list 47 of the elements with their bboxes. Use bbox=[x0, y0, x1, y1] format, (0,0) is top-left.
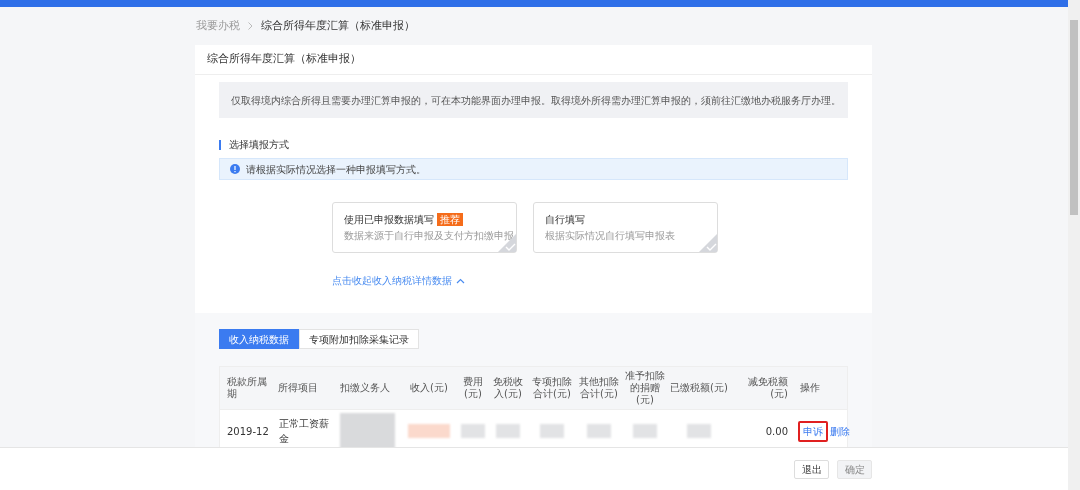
blurred-value bbox=[461, 424, 485, 438]
column-header: 其他扣除合计(元) bbox=[578, 376, 620, 400]
column-header: 税款所属期 bbox=[226, 376, 268, 400]
column-header: 费用(元) bbox=[462, 376, 484, 400]
recommend-badge: 推荐 bbox=[437, 213, 463, 226]
section-marker bbox=[219, 139, 221, 150]
method-title: 使用已申报数据填写 bbox=[344, 213, 434, 227]
action-link[interactable]: 删除 bbox=[830, 423, 850, 439]
method-card[interactable]: 使用已申报数据填写 推荐 数据来源于自行申报及支付方扣缴申报 bbox=[332, 202, 517, 253]
info-icon bbox=[230, 164, 240, 174]
table-cell-text: 2019-12 bbox=[226, 424, 270, 439]
column-header: 专项扣除合计(元) bbox=[531, 376, 573, 400]
column-header: 扣缴义务人 bbox=[339, 382, 391, 394]
section-title: 选择填报方式 bbox=[229, 138, 289, 152]
info-tip-text: 请根据实际情况选择一种申报填写方式。 bbox=[246, 162, 426, 177]
column-header: 准予扣除的捐赠(元) bbox=[624, 370, 666, 406]
method-title: 自行填写 bbox=[545, 213, 585, 227]
method-description: 根据实际情况自行填写申报表 bbox=[545, 229, 676, 243]
blurred-value bbox=[587, 424, 611, 438]
chevron-right-icon bbox=[248, 22, 253, 30]
chevron-up-icon bbox=[456, 277, 465, 284]
footer-button[interactable]: 退出 bbox=[794, 459, 829, 479]
collapse-link[interactable]: 点击收起收入纳税详情数据 bbox=[332, 273, 465, 288]
method-description: 数据来源于自行申报及支付方扣缴申报 bbox=[344, 229, 515, 243]
blurred-value bbox=[540, 424, 564, 438]
notice-text: 仅取得境内综合所得且需要办理汇算申报的，可在本功能界面办理申报。取得境外所得需办理汇算申报的，须前往汇缴地办税服务厅办理。 bbox=[231, 93, 841, 108]
breadcrumb-current: 综合所得年度汇算（标准申报） bbox=[261, 17, 415, 34]
column-header: 收入(元) bbox=[409, 382, 449, 394]
tab[interactable]: 专项附加扣除采集记录 bbox=[299, 329, 419, 349]
action-link[interactable]: 申诉 bbox=[798, 420, 828, 442]
table-cell-text: 正常工资薪金 bbox=[278, 417, 330, 446]
blurred-value bbox=[687, 424, 711, 438]
tab[interactable]: 收入纳税数据 bbox=[219, 329, 299, 349]
blurred-value bbox=[408, 424, 450, 438]
column-header: 已缴税额(元) bbox=[669, 382, 729, 394]
card-title: 综合所得年度汇算（标准申报） bbox=[207, 51, 361, 68]
column-header: 免税收入(元) bbox=[492, 376, 524, 400]
column-header: 操作 bbox=[799, 382, 821, 394]
column-header: 减免税额(元) bbox=[747, 376, 789, 400]
table-cell-text: 0.00 bbox=[764, 424, 789, 439]
column-header: 所得项目 bbox=[277, 382, 319, 394]
check-corner-icon bbox=[699, 234, 717, 252]
method-card[interactable]: 自行填写 根据实际情况自行填写申报表 bbox=[533, 202, 718, 253]
scrollbar[interactable] bbox=[1068, 0, 1080, 490]
blurred-value bbox=[496, 424, 520, 438]
breadcrumb-link[interactable]: 我要办税 bbox=[196, 17, 240, 35]
blurred-value bbox=[633, 424, 657, 438]
